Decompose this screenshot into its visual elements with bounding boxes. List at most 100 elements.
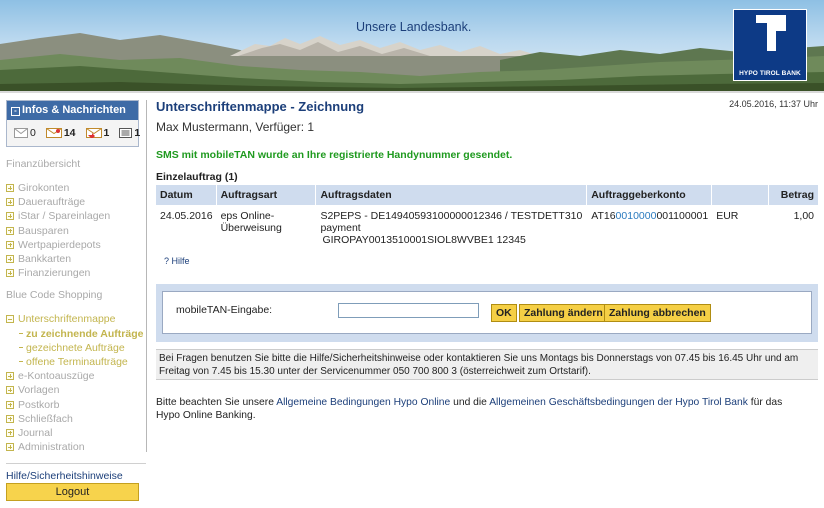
nav-item-finanzierungen[interactable]: Finanzierungen (6, 266, 146, 280)
terms-link-agb[interactable]: Allgemeinen Geschäftsbedingungen der Hyp… (489, 397, 748, 408)
order-data-line: S2PEPS - DE14940593100000012346 / TESTDE… (320, 210, 583, 222)
nav-item-unterschriftenmappe[interactable]: Unterschriftenmappe (6, 312, 146, 326)
account-suffix: 001100001 (656, 210, 709, 222)
nav-item-label: Girokonten (18, 182, 70, 195)
nav-item-label: Unterschriftenmappe (18, 313, 116, 326)
nav-subitem-offene-terminauftraege[interactable]: offene Terminaufträge (6, 355, 146, 369)
nav-item-administration[interactable]: Administration (6, 440, 146, 454)
sidebar-navigation: - Infos & Nachrichten 0 14 1 1 Finanzüber… (6, 100, 146, 508)
timestamp: 24.05.2016, 11:37 Uhr (729, 99, 818, 109)
expand-icon (6, 400, 14, 409)
nav-item-journal[interactable]: Journal (6, 426, 146, 440)
order-data-line: payment (320, 222, 361, 234)
order-data-line: GIROPAY0013510001SIOL8WVBE1 12345 (322, 234, 526, 246)
list-counter[interactable]: 1 (119, 127, 140, 139)
nav-item-label: Daueraufträge (18, 196, 86, 209)
cell-order-data: S2PEPS - DE14940593100000012346 / TESTDE… (316, 205, 587, 246)
cell-amount: 1,00 (793, 210, 814, 222)
nav-heading-blue-code[interactable]: Blue Code Shopping (6, 289, 146, 303)
nav-item-postkorb[interactable]: Postkorb (6, 397, 146, 411)
expand-icon (6, 255, 14, 264)
alert-mail-icon (85, 128, 102, 138)
list-count: 1 (134, 127, 141, 139)
order-table: Datum Auftragsart Auftragsdaten Auftragg… (156, 185, 818, 246)
info-news-header[interactable]: - Infos & Nachrichten (7, 101, 138, 120)
collapse-icon[interactable]: - (11, 107, 20, 116)
info-news-box: - Infos & Nachrichten 0 14 1 1 (6, 100, 140, 147)
nav-item-wertpapierdepots[interactable]: Wertpapierdepots (6, 238, 146, 252)
column-header-auftraggeberkonto: Auftraggeberkonto (587, 185, 713, 205)
type-line: Überweisung (220, 222, 282, 234)
expand-icon (6, 240, 14, 249)
nav-item-label: Vorlagen (18, 384, 60, 397)
nav-subitem-zu-zeichnende[interactable]: zu zeichnende Aufträge (6, 327, 146, 341)
logout-button[interactable]: Logout (6, 483, 139, 501)
contact-info: Bei Fragen benutzen Sie bitte die Hilfe/… (156, 349, 818, 380)
page-title: Unterschriftenmappe - Zeichnung (156, 99, 365, 114)
nav-item-label: Journal (18, 426, 53, 439)
nav-heading-finanzuebersicht[interactable]: Finanzübersicht (6, 158, 146, 172)
nav-item-label: iStar / Spareinlagen (18, 210, 111, 223)
column-header-auftragsart: Auftragsart (216, 185, 317, 205)
order-heading: Einzelauftrag (1) (156, 171, 238, 183)
nav-item-vorlagen[interactable]: Vorlagen (6, 383, 146, 397)
t-logo-icon (756, 15, 786, 51)
nav-item-bausparen[interactable]: Bausparen (6, 224, 146, 238)
nav-item-istar[interactable]: iStar / Spareinlagen (6, 209, 146, 223)
nav-subitem-gezeichnete[interactable]: gezeichnete Aufträge (6, 341, 146, 355)
ok-button[interactable]: OK (491, 304, 517, 322)
nav-item-girokonten[interactable]: Girokonten (6, 181, 146, 195)
terms-text: Bitte beachten Sie unsere (156, 397, 277, 408)
cell-account: AT160010000001100001 (587, 205, 712, 246)
nav-item-label: Administration (18, 441, 85, 454)
nav-item-bankkarten[interactable]: Bankkarten (6, 252, 146, 266)
help-link[interactable]: ? Hilfe (164, 256, 190, 266)
dash-icon (19, 333, 23, 335)
cancel-payment-button[interactable]: Zahlung abbrechen (604, 304, 711, 322)
document-count: 14 (63, 127, 76, 139)
cell-date: 24.05.2016 (160, 210, 213, 222)
column-header-currency (712, 185, 770, 205)
nav-item-schliessfach[interactable]: Schließfach (6, 412, 146, 426)
help-security-link[interactable]: Hilfe/Sicherheitshinweise (6, 470, 146, 482)
tan-panel: mobileTAN-Eingabe: OK Zahlung ändern Zah… (156, 284, 818, 342)
nav-item-label: Bankkarten (18, 253, 72, 266)
info-news-title: Infos & Nachrichten (22, 104, 126, 116)
nav-item-label: Postkorb (18, 398, 60, 411)
tan-input[interactable] (338, 303, 479, 318)
column-header-betrag: Betrag (769, 185, 818, 205)
expand-icon (6, 226, 14, 235)
terms-text: und die (450, 397, 490, 408)
header-banner: Unsere Landesbank. HYPO TIROL BANK (0, 0, 824, 91)
document-stack-icon (45, 128, 62, 138)
nav-item-e-kontoauszuege[interactable]: e-Kontoauszüge (6, 369, 146, 383)
table-header-row: Datum Auftragsart Auftragsdaten Auftragg… (156, 185, 818, 205)
tan-label: mobileTAN-Eingabe: (176, 304, 273, 316)
account-prefix: AT16 (591, 210, 616, 222)
document-counter[interactable]: 14 (45, 127, 76, 139)
expand-icon (6, 372, 14, 381)
terms-link-online[interactable]: Allgemeine Bedingungen Hypo Online (276, 397, 450, 408)
expand-icon (6, 184, 14, 193)
expand-icon (6, 212, 14, 221)
hypo-tirol-logo[interactable]: HYPO TIROL BANK (733, 9, 807, 81)
nav-item-label: Wertpapierdepots (18, 238, 101, 251)
expand-icon (6, 386, 14, 395)
expand-icon (6, 428, 14, 437)
change-payment-button[interactable]: Zahlung ändern (519, 304, 608, 322)
nav-item-dauerauftraege[interactable]: Daueraufträge (6, 195, 146, 209)
nav-item-label: zu zeichnende Aufträge (26, 327, 144, 340)
envelope-icon (14, 128, 28, 138)
terms-notice: Bitte beachten Sie unsere Allgemeine Bed… (156, 397, 796, 422)
alert-counter[interactable]: 1 (85, 127, 109, 139)
nav-item-label: offene Terminaufträge (26, 355, 128, 368)
expand-icon (6, 269, 14, 278)
mail-counter[interactable]: 0 (14, 127, 36, 139)
banner-divider (0, 91, 824, 93)
expand-icon (6, 198, 14, 207)
account-highlight: 0010000 (615, 210, 657, 222)
cell-type: eps Online- Überweisung (217, 205, 317, 246)
mountain-landscape-image (0, 33, 824, 91)
mail-count: 0 (30, 127, 36, 139)
dash-icon (19, 361, 23, 363)
